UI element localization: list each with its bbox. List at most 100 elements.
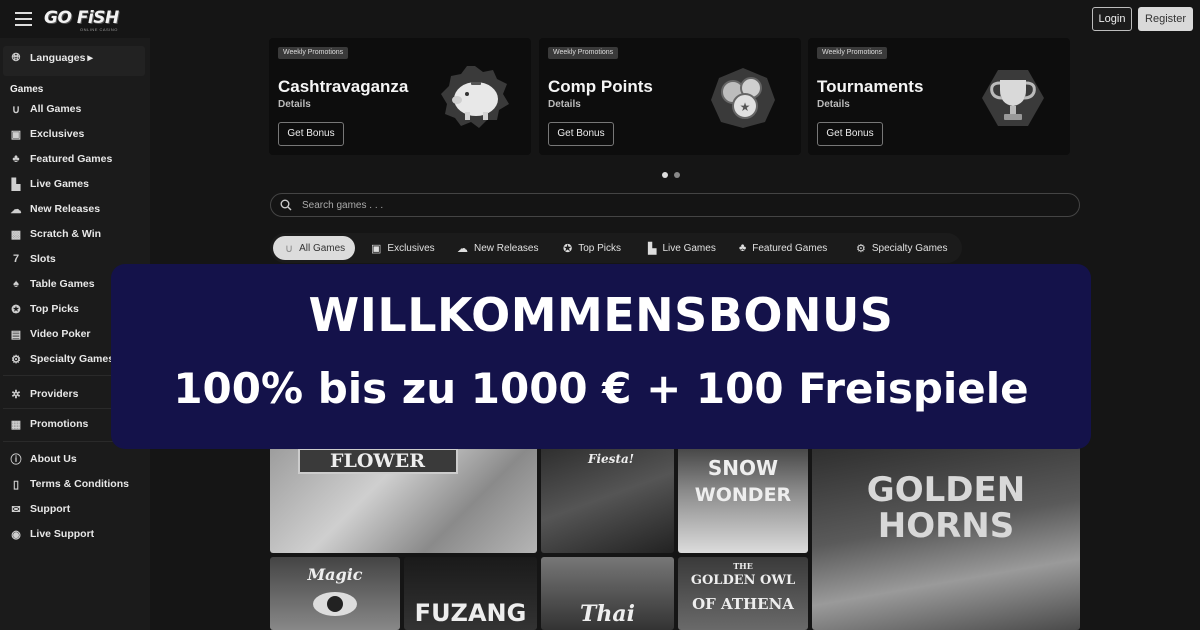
game-tile-fiesta[interactable]: Fiesta! <box>541 440 674 553</box>
tab-label: Top Picks <box>578 242 622 254</box>
logo-subtitle: ONLINE CASINO <box>80 27 118 32</box>
promo-title: Cashtravaganza <box>278 77 409 96</box>
promo-title: Comp Points <box>548 77 653 96</box>
cards-icon: ♠ <box>13 278 19 290</box>
promo-details-link[interactable]: Details <box>278 99 311 110</box>
trophy-icon <box>982 70 1044 126</box>
game-tile-snow-wonder[interactable]: SNOW WONDER <box>678 440 808 553</box>
banner-title: WILLKOMMENSBONUS <box>308 288 894 342</box>
game-title: OF ATHENA <box>692 595 794 613</box>
sidebar-item-label: New Releases <box>30 203 101 215</box>
mail-icon: ✉ <box>11 503 21 516</box>
get-bonus-button[interactable]: Get Bonus <box>278 122 344 146</box>
sidebar-item-label: Exclusives <box>30 128 85 140</box>
get-bonus-button[interactable]: Get Bonus <box>817 122 883 146</box>
sidebar-item-new-releases[interactable]: ☁ New Releases <box>10 199 101 219</box>
search-input[interactable] <box>302 197 1002 213</box>
sidebar-item-label: Languages <box>30 52 86 64</box>
sidebar-item-exclusives[interactable]: ▣ Exclusives <box>10 124 85 144</box>
sidebar-item-label: Support <box>30 503 71 515</box>
sidebar-item-providers[interactable]: ✲ Providers <box>10 384 78 404</box>
sidebar-item-label: Slots <box>30 253 56 265</box>
game-title: SNOW <box>707 456 779 480</box>
live-icon: ▙ <box>648 242 657 255</box>
gift-icon: ▦ <box>10 418 22 431</box>
logo[interactable]: GO FiSH <box>44 8 119 28</box>
game-tile-flower[interactable]: FLOWER <box>270 440 537 553</box>
login-button[interactable]: Login <box>1092 7 1132 31</box>
promo-details-link[interactable]: Details <box>548 99 581 110</box>
seven-icon: 7 <box>12 253 20 265</box>
sidebar-item-live-games[interactable]: ▙ Live Games <box>10 174 89 194</box>
tab-live-games[interactable]: ▙ Live Games <box>648 236 716 260</box>
sidebar-item-terms[interactable]: ▯ Terms & Conditions <box>10 474 129 494</box>
sidebar-item-live-support[interactable]: ◉ Live Support <box>10 524 94 544</box>
welcome-bonus-banner: WILLKOMMENSBONUS 100% bis zu 1000 € + 10… <box>111 264 1091 449</box>
gear-icon: ⚙ <box>856 242 866 255</box>
game-title: Fiesta! <box>587 452 635 466</box>
cloud-icon: ☁ <box>10 203 22 216</box>
sidebar-item-label: Promotions <box>30 418 89 430</box>
sidebar-item-video-poker[interactable]: ▤ Video Poker <box>10 324 91 344</box>
tab-exclusives[interactable]: ▣ Exclusives <box>371 236 435 260</box>
carousel-dot-2[interactable] <box>674 172 680 178</box>
sidebar-item-about-us[interactable]: ⓘ About Us <box>10 449 77 469</box>
game-title: GOLDEN <box>866 470 1026 510</box>
sidebar-item-label: All Games <box>30 103 82 115</box>
game-tile-golden-owl-athena[interactable]: THE GOLDEN OWL OF ATHENA <box>678 557 808 630</box>
sidebar-item-support[interactable]: ✉ Support <box>10 499 70 519</box>
game-title: THE <box>733 561 753 571</box>
top-bar: GO FiSH ONLINE CASINO Login Register <box>0 0 1200 38</box>
sidebar-item-slots[interactable]: 7 Slots <box>10 249 56 269</box>
sidebar-item-top-picks[interactable]: ✪ Top Picks <box>10 299 78 319</box>
badge-icon: ✪ <box>11 303 21 316</box>
tab-all-games[interactable]: ∪ All Games <box>273 236 356 260</box>
promo-tag: Weekly Promotions <box>817 47 888 59</box>
tab-new-releases[interactable]: ☁ New Releases <box>457 236 538 260</box>
sidebar-item-label: Specialty Games <box>30 353 115 365</box>
tab-specialty-games[interactable]: ⚙ Specialty Games <box>856 236 947 260</box>
game-tile-fuzang[interactable]: FUZANG <box>404 557 537 630</box>
chevron-right-icon: ▸ <box>87 52 93 64</box>
globe-icon: 🌐︎ <box>11 51 21 64</box>
sidebar-item-languages[interactable]: 🌐︎ Languages ▸ <box>10 48 93 68</box>
register-button[interactable]: Register <box>1138 7 1193 31</box>
game-title: Magic <box>307 565 363 584</box>
sidebar-item-label: About Us <box>30 453 77 465</box>
tab-label: New Releases <box>474 242 539 254</box>
game-tile-golden-horns[interactable]: GOLDEN HORNS <box>812 440 1080 630</box>
game-title: HORNS <box>877 506 1015 546</box>
tab-top-picks[interactable]: ✪ Top Picks <box>563 236 621 260</box>
hamburger-menu-icon[interactable] <box>15 12 32 26</box>
sidebar-item-scratch-win[interactable]: ▩ Scratch & Win <box>10 224 101 244</box>
sidebar-item-all-games[interactable]: ∪ All Games <box>10 99 81 119</box>
game-tile-thai[interactable]: Thai <box>541 557 674 630</box>
scratch-icon: ▩ <box>10 228 22 241</box>
search-icon <box>280 199 292 211</box>
sidebar-item-label: Providers <box>30 388 79 400</box>
sidebar-item-specialty-games[interactable]: ⚙ Specialty Games <box>10 349 114 369</box>
sidebar-item-label: Scratch & Win <box>30 228 102 240</box>
sidebar-item-label: Table Games <box>30 278 95 290</box>
badge-icon: ✪ <box>563 242 573 255</box>
promo-details-link[interactable]: Details <box>817 99 850 110</box>
game-title: Thai <box>580 601 635 627</box>
tab-label: Featured Games <box>752 242 828 254</box>
promo-card-tournaments: Weekly Promotions Tournaments Details Ge… <box>808 38 1070 155</box>
sidebar-item-featured-games[interactable]: ♣ Featured Games <box>10 149 112 169</box>
clover-icon: ♣ <box>739 242 747 254</box>
cloud-icon: ☁ <box>457 242 468 255</box>
sidebar-item-promotions[interactable]: ▦ Promotions <box>10 414 89 434</box>
sidebar-item-label: Live Support <box>30 528 95 540</box>
sidebar-item-table-games[interactable]: ♠ Table Games <box>10 274 95 294</box>
get-bonus-button[interactable]: Get Bonus <box>548 122 614 146</box>
carousel-dot-1[interactable] <box>662 172 668 178</box>
banner-subtitle: 100% bis zu 1000 € + 100 Freispiele <box>173 364 1029 413</box>
sidebar-item-label: Video Poker <box>30 328 91 340</box>
tab-featured-games[interactable]: ♣ Featured Games <box>739 236 827 260</box>
search-bar <box>270 193 1080 217</box>
game-tile-magic[interactable]: Magic <box>270 557 400 630</box>
horseshoe-icon: ∪ <box>285 242 294 255</box>
tab-label: Exclusives <box>387 242 435 254</box>
promo-tag: Weekly Promotions <box>548 47 619 59</box>
